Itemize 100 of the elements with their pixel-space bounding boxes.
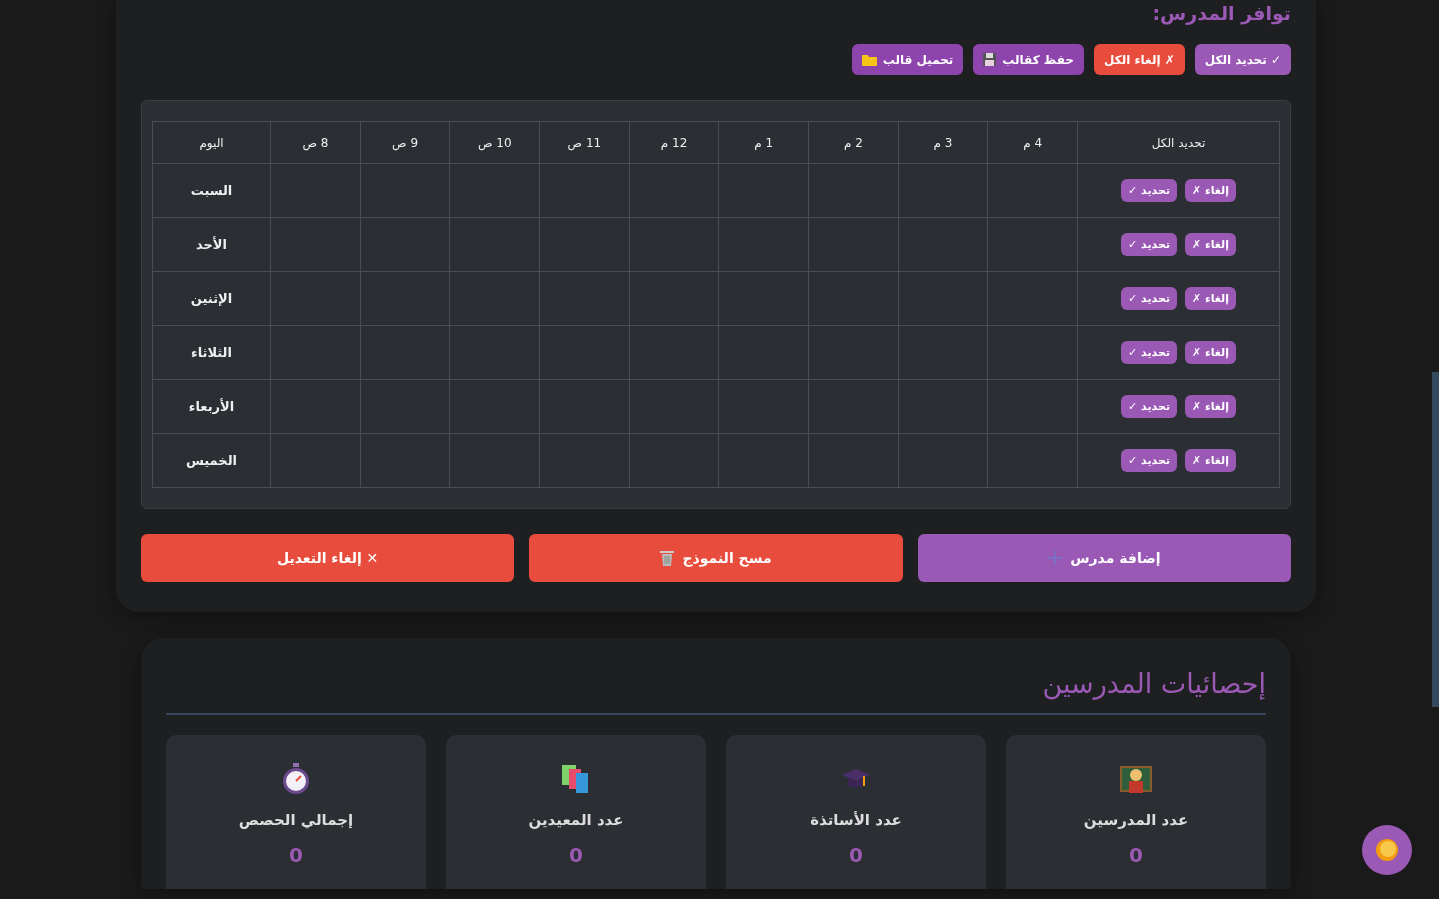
time-slot-cell[interactable] (629, 433, 719, 488)
column-header: 9 ص (360, 121, 450, 164)
stat-value: 0 (569, 843, 583, 867)
stopwatch-icon (281, 763, 311, 795)
time-slot-cell[interactable] (987, 271, 1078, 326)
column-header: 8 ص (270, 121, 361, 164)
row-action-button[interactable]: تحديد ✓ (1121, 233, 1177, 256)
time-slot-cell[interactable] (270, 163, 361, 218)
row-action-button[interactable]: إلغاء ✗ (1185, 233, 1236, 256)
time-slot-cell[interactable] (629, 325, 719, 380)
time-slot-cell[interactable] (898, 433, 988, 488)
time-slot-cell[interactable] (539, 163, 630, 218)
time-slot-cell[interactable] (270, 271, 361, 326)
row-action-button[interactable]: إلغاء ✗ (1185, 449, 1236, 472)
toolbar-button[interactable]: حفظ كقالب (973, 44, 1084, 75)
time-slot-cell[interactable] (360, 217, 450, 272)
time-slot-cell[interactable] (898, 271, 988, 326)
time-slot-cell[interactable] (808, 433, 899, 488)
toolbar-button[interactable]: ✗ إلغاء الكل (1094, 44, 1185, 75)
time-slot-cell[interactable] (987, 217, 1078, 272)
form-button[interactable]: مسح النموذج (529, 534, 903, 582)
time-slot-cell[interactable] (718, 325, 809, 380)
row-action-button[interactable]: إلغاء ✗ (1185, 395, 1236, 418)
time-slot-cell[interactable] (360, 325, 450, 380)
time-slot-cell[interactable] (718, 433, 809, 488)
row-action-button[interactable]: إلغاء ✗ (1185, 179, 1236, 202)
column-header: 4 م (987, 121, 1078, 164)
folder-icon (861, 53, 877, 66)
time-slot-cell[interactable] (808, 325, 899, 380)
plus-icon (1048, 551, 1063, 565)
sun-icon (1375, 838, 1399, 862)
time-slot-cell[interactable] (898, 163, 988, 218)
time-slot-cell[interactable] (808, 271, 899, 326)
time-slot-cell[interactable] (539, 379, 630, 434)
stat-label: عدد الأساتذة (810, 811, 902, 829)
time-slot-cell[interactable] (449, 163, 540, 218)
form-button[interactable]: ✕ إلغاء التعديل (141, 534, 515, 582)
time-slot-cell[interactable] (629, 163, 719, 218)
time-slot-cell[interactable] (270, 379, 361, 434)
time-slot-cell[interactable] (629, 217, 719, 272)
stat-value: 0 (849, 843, 863, 867)
time-slot-cell[interactable] (270, 433, 361, 488)
time-slot-cell[interactable] (449, 433, 540, 488)
time-slot-cell[interactable] (270, 217, 361, 272)
column-header: 1 م (718, 121, 809, 164)
column-header: 3 م (898, 121, 988, 164)
time-slot-cell[interactable] (629, 271, 719, 326)
time-slot-cell[interactable] (449, 379, 540, 434)
time-slot-cell[interactable] (808, 379, 899, 434)
row-action-button[interactable]: تحديد ✓ (1121, 395, 1177, 418)
time-slot-cell[interactable] (987, 163, 1078, 218)
day-cell: الثلاثاء (152, 325, 271, 380)
floating-button[interactable] (1362, 825, 1412, 875)
time-slot-cell[interactable] (987, 379, 1078, 434)
toolbar-button[interactable]: ✓ تحديد الكل (1194, 44, 1291, 75)
stat-value: 0 (289, 843, 303, 867)
teacher-icon (1120, 763, 1152, 795)
row-action-button[interactable]: تحديد ✓ (1121, 449, 1177, 472)
time-slot-cell[interactable] (539, 325, 630, 380)
time-slot-cell[interactable] (270, 325, 361, 380)
stat-label: عدد المدرسين (1083, 811, 1189, 829)
row-action-button[interactable]: إلغاء ✗ (1185, 341, 1236, 364)
time-slot-cell[interactable] (629, 379, 719, 434)
time-slot-cell[interactable] (539, 433, 630, 488)
time-slot-cell[interactable] (360, 163, 450, 218)
column-header: 2 م (808, 121, 899, 164)
scrollbar-thumb[interactable] (1432, 372, 1439, 707)
time-slot-cell[interactable] (718, 217, 809, 272)
stat-label: إجمالي الحصص (238, 811, 354, 829)
time-slot-cell[interactable] (808, 163, 899, 218)
time-slot-cell[interactable] (449, 217, 540, 272)
time-slot-cell[interactable] (898, 379, 988, 434)
day-cell: الأربعاء (152, 379, 271, 434)
time-slot-cell[interactable] (360, 271, 450, 326)
stat-value: 0 (1129, 843, 1143, 867)
time-slot-cell[interactable] (449, 325, 540, 380)
form-button[interactable]: إضافة مدرس (917, 534, 1291, 582)
row-action-button[interactable]: تحديد ✓ (1121, 287, 1177, 310)
day-cell: الإثنين (152, 271, 271, 326)
row-action-button[interactable]: إلغاء ✗ (1185, 287, 1236, 310)
time-slot-cell[interactable] (539, 271, 630, 326)
time-slot-cell[interactable] (360, 433, 450, 488)
column-header: 10 ص (449, 121, 540, 164)
time-slot-cell[interactable] (718, 379, 809, 434)
time-slot-cell[interactable] (808, 217, 899, 272)
toolbar-button[interactable]: تحميل قالب (851, 44, 964, 75)
time-slot-cell[interactable] (987, 325, 1078, 380)
column-header: 11 ص (539, 121, 630, 164)
time-slot-cell[interactable] (449, 271, 540, 326)
time-slot-cell[interactable] (898, 217, 988, 272)
time-slot-cell[interactable] (539, 217, 630, 272)
time-slot-cell[interactable] (718, 271, 809, 326)
time-slot-cell[interactable] (718, 163, 809, 218)
time-slot-cell[interactable] (898, 325, 988, 380)
row-action-button[interactable]: تحديد ✓ (1121, 341, 1177, 364)
column-header: 12 م (629, 121, 719, 164)
time-slot-cell[interactable] (987, 433, 1078, 488)
time-slot-cell[interactable] (360, 379, 450, 434)
column-header: تحديد الكل (1077, 121, 1280, 164)
row-action-button[interactable]: تحديد ✓ (1121, 179, 1177, 202)
